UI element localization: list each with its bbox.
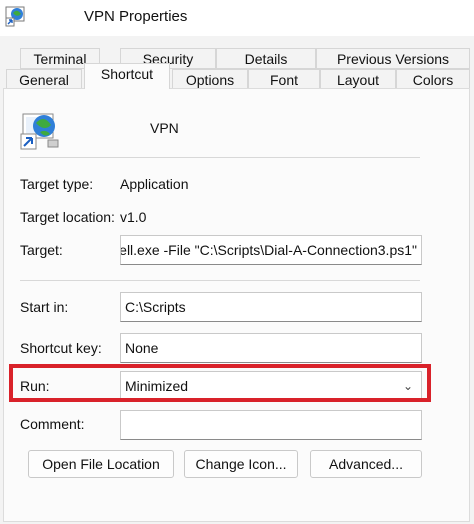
- start-in-field[interactable]: C:\Scripts: [120, 292, 422, 322]
- tab-details[interactable]: Details: [216, 48, 316, 69]
- shortcut-file-icon: [20, 113, 59, 150]
- tab-general[interactable]: General: [6, 69, 82, 90]
- target-field-text: shell.exe -File "C:\Scripts\Dial-A-Conne…: [120, 242, 417, 258]
- open-file-location-button[interactable]: Open File Location: [28, 450, 174, 478]
- tab-shortcut[interactable]: Shortcut: [84, 63, 170, 89]
- separator: [20, 280, 420, 281]
- target-type-value: Application: [120, 176, 189, 192]
- change-icon-button[interactable]: Change Icon...: [184, 450, 298, 478]
- target-type-label: Target type:: [20, 176, 94, 192]
- vpn-app-icon: [5, 6, 25, 27]
- tab-previous-versions[interactable]: Previous Versions: [316, 48, 470, 69]
- target-field[interactable]: shell.exe -File "C:\Scripts\Dial-A-Conne…: [120, 235, 422, 265]
- comment-field[interactable]: [120, 410, 422, 440]
- window-title: VPN Properties: [84, 8, 188, 25]
- title-bar: VPN Properties: [0, 0, 474, 36]
- shortcut-key-field[interactable]: None: [120, 333, 422, 363]
- target-location-label: Target location:: [20, 209, 115, 225]
- comment-label: Comment:: [20, 416, 85, 432]
- tab-colors[interactable]: Colors: [396, 69, 470, 90]
- tab-options[interactable]: Options: [172, 69, 248, 90]
- highlight-box: [9, 364, 431, 402]
- shortcut-key-label: Shortcut key:: [20, 340, 102, 356]
- start-in-label: Start in:: [20, 299, 69, 315]
- tab-font[interactable]: Font: [248, 69, 320, 90]
- advanced-button[interactable]: Advanced...: [310, 450, 422, 478]
- target-location-value: v1.0: [120, 209, 147, 225]
- tab-layout[interactable]: Layout: [320, 69, 396, 90]
- separator: [20, 157, 420, 158]
- target-label: Target:: [20, 242, 63, 258]
- shortcut-name: VPN: [150, 120, 179, 136]
